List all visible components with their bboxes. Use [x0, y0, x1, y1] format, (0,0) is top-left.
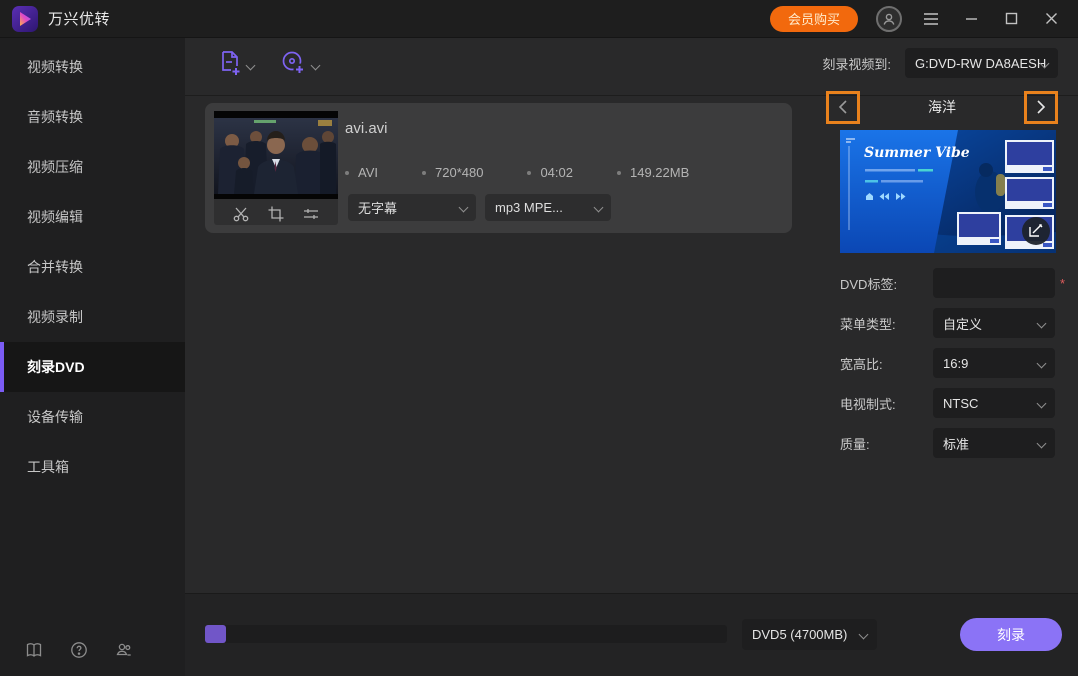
template-thumb-slot [1005, 140, 1054, 173]
file-resolution: 720*480 [435, 165, 483, 180]
app-title: 万兴优转 [48, 8, 110, 29]
aspect-ratio-select[interactable]: 16:9 [933, 348, 1055, 378]
tv-standard-value: NTSC [943, 396, 978, 411]
sidebar: 视频转换 音频转换 视频压缩 视频编辑 合并转换 视频录制 刻录DVD 设备传输… [0, 38, 185, 676]
aspect-ratio-row: 宽高比: 16:9 [840, 348, 1070, 378]
app-logo-icon [12, 6, 38, 32]
sidebar-item-merge-convert[interactable]: 合并转换 [0, 242, 185, 292]
chevron-down-icon [311, 61, 321, 71]
bottom-bar: DVD5 (4700MB) 刻录 [185, 593, 1078, 676]
menu-icon[interactable] [920, 8, 942, 30]
quality-row: 质量: 标准 [840, 428, 1070, 458]
chevron-down-icon [1037, 319, 1047, 329]
titlebar: 万兴优转 会员购买 [0, 0, 1078, 38]
add-file-button[interactable] [217, 49, 254, 77]
chevron-down-icon [246, 61, 256, 71]
template-preview-title: Summer Vibe [864, 145, 970, 161]
dvd-label-row: DVD标签: * [840, 268, 1070, 298]
account-avatar[interactable] [876, 6, 902, 32]
chevron-down-icon [1037, 359, 1047, 369]
chevron-down-icon [1037, 439, 1047, 449]
chevron-down-icon [594, 203, 604, 213]
sidebar-item-toolbox[interactable]: 工具箱 [0, 442, 185, 492]
minimize-icon[interactable] [960, 8, 982, 30]
dvd-label-label: DVD标签: [840, 274, 933, 293]
tv-standard-label: 电视制式: [840, 394, 933, 413]
chevron-down-icon [859, 630, 869, 640]
membership-button[interactable]: 会员购买 [770, 6, 858, 32]
chevron-down-icon [1037, 399, 1047, 409]
app-window: 万兴优转 会员购买 视频转换 音频转换 [0, 0, 1078, 676]
burn-destination-value: G:DVD-RW DA8AESH [915, 56, 1046, 71]
burn-button[interactable]: 刻录 [960, 618, 1062, 651]
file-duration: 04:02 [540, 165, 573, 180]
required-asterisk: * [1060, 276, 1065, 291]
sidebar-item-burn-dvd[interactable]: 刻录DVD [0, 342, 185, 392]
main-area: 刻录视频到: G:DVD-RW DA8AESH [185, 38, 1078, 676]
burn-destination-select[interactable]: G:DVD-RW DA8AESH [905, 48, 1058, 78]
capacity-progress-fill [205, 625, 226, 643]
tv-standard-row: 电视制式: NTSC [840, 388, 1070, 418]
quality-label: 质量: [840, 434, 933, 453]
guide-book-icon[interactable] [24, 640, 44, 660]
chevron-down-icon [459, 203, 469, 213]
disc-capacity-select[interactable]: DVD5 (4700MB) [742, 619, 877, 650]
sidebar-item-audio-convert[interactable]: 音频转换 [0, 92, 185, 142]
capacity-progress-track [205, 625, 727, 643]
menu-type-select[interactable]: 自定义 [933, 308, 1055, 338]
sidebar-nav: 视频转换 音频转换 视频压缩 视频编辑 合并转换 视频录制 刻录DVD 设备传输… [0, 38, 185, 492]
template-next-button[interactable] [1024, 91, 1058, 124]
template-thumb-slot [1005, 177, 1054, 209]
video-thumbnail [214, 111, 338, 225]
menu-type-label: 菜单类型: [840, 314, 933, 333]
sidebar-item-screen-record[interactable]: 视频录制 [0, 292, 185, 342]
quality-select[interactable]: 标准 [933, 428, 1055, 458]
add-disc-button[interactable] [280, 49, 319, 77]
template-preview[interactable]: Summer Vibe [840, 130, 1056, 253]
file-name: avi.avi [345, 120, 388, 137]
template-edit-icon [1022, 217, 1050, 245]
trim-scissors-icon[interactable] [232, 205, 250, 223]
maximize-icon[interactable] [1000, 8, 1022, 30]
template-name: 海洋 [928, 97, 956, 117]
template-chooser-row: 海洋 [826, 90, 1058, 124]
burn-destination-label: 刻录视频到: [822, 54, 891, 73]
sidebar-item-video-edit[interactable]: 视频编辑 [0, 192, 185, 242]
audio-track-select[interactable]: mp3 MPE... [485, 194, 611, 221]
menu-type-value: 自定义 [943, 314, 982, 333]
sidebar-item-device-transfer[interactable]: 设备传输 [0, 392, 185, 442]
quality-value: 标准 [943, 434, 969, 453]
template-prev-button[interactable] [826, 91, 860, 124]
dvd-label-input[interactable] [933, 268, 1055, 298]
effects-adjust-icon[interactable] [302, 205, 320, 223]
template-thumb-slot [957, 212, 1001, 245]
community-icon[interactable] [114, 640, 134, 660]
disc-capacity-value: DVD5 (4700MB) [752, 627, 847, 642]
crop-icon[interactable] [267, 205, 285, 223]
menu-type-row: 菜单类型: 自定义 [840, 308, 1070, 338]
file-meta-row: AVI 720*480 04:02 149.22MB [345, 165, 689, 180]
video-file-card: avi.avi AVI 720*480 04:02 149.22MB 无字幕 m… [205, 103, 792, 233]
help-icon[interactable] [69, 640, 89, 660]
aspect-ratio-label: 宽高比: [840, 354, 933, 373]
subtitle-select-value: 无字幕 [358, 198, 397, 217]
sidebar-item-video-compress[interactable]: 视频压缩 [0, 142, 185, 192]
clip-tools [214, 205, 338, 223]
audio-track-select-value: mp3 MPE... [495, 200, 563, 215]
subtitle-select[interactable]: 无字幕 [348, 194, 476, 221]
close-icon[interactable] [1040, 8, 1062, 30]
file-format: AVI [358, 165, 378, 180]
file-size: 149.22MB [630, 165, 689, 180]
sidebar-item-video-convert[interactable]: 视频转换 [0, 42, 185, 92]
burn-destination-row: 刻录视频到: G:DVD-RW DA8AESH [822, 48, 1058, 78]
tv-standard-select[interactable]: NTSC [933, 388, 1055, 418]
aspect-ratio-value: 16:9 [943, 356, 968, 371]
